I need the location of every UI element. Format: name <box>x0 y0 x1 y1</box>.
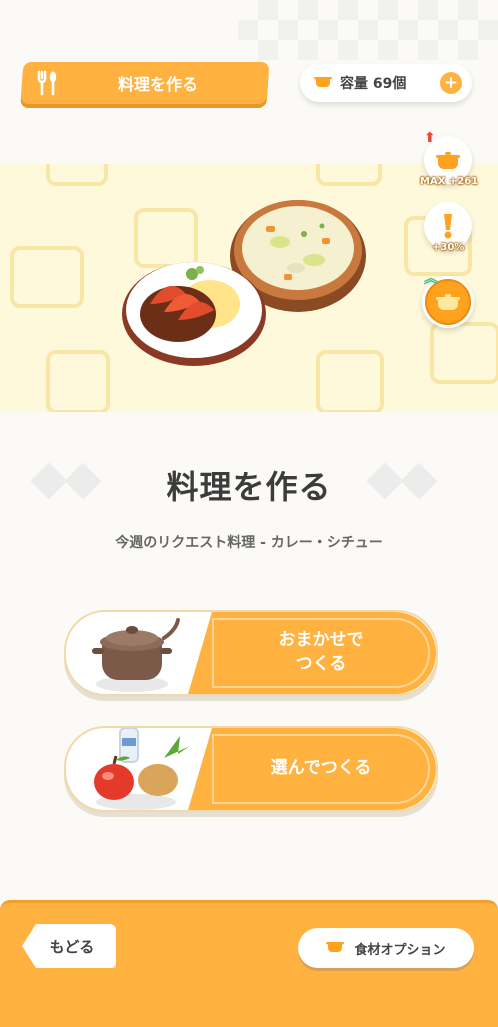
ingredient-option-button[interactable]: 食材オプション <box>298 928 474 968</box>
weekly-request: 今週のリクエスト料理 - カレー・シチュー <box>115 535 383 551</box>
add-capacity-button[interactable]: + <box>440 72 462 94</box>
up-arrow-icon: ⬆ <box>424 130 436 146</box>
capacity-label: 容量 69個 <box>340 76 407 92</box>
select-cook-label: 選んでつくる <box>270 758 372 779</box>
section-heading: 料理を作る <box>166 468 332 506</box>
auto-cook-label-1: おまかせで <box>278 630 364 651</box>
pot-max-icon <box>436 152 460 169</box>
background-pattern <box>238 0 498 60</box>
back-button[interactable]: もどる <box>22 924 116 968</box>
cooking-pot-icon <box>92 618 180 692</box>
auto-cook-label-2: つくる <box>295 654 347 674</box>
auto-cook-button[interactable]: おまかせで つくる <box>64 610 438 696</box>
capacity-display[interactable]: 容量 69個 + <box>300 64 472 102</box>
boost-caption: +30% <box>432 242 465 253</box>
page-title: 料理を作る <box>117 75 198 94</box>
exclamation-icon <box>444 214 452 239</box>
chevron-up-icon: ︽ <box>424 271 438 287</box>
ingredient-option-label: 食材オプション <box>354 942 446 958</box>
pot-max-caption: MAX +261 <box>420 176 479 187</box>
dish-banner <box>0 164 498 412</box>
ingredients-icon <box>94 728 190 810</box>
pot-icon <box>314 74 332 92</box>
select-cook-button[interactable]: 選んでつくる <box>64 726 438 812</box>
fork-knife-icon <box>22 62 72 104</box>
curry-and-stew-illustration <box>122 200 366 366</box>
page-title-tab: 料理を作る <box>20 62 270 104</box>
pot-icon <box>326 939 345 957</box>
